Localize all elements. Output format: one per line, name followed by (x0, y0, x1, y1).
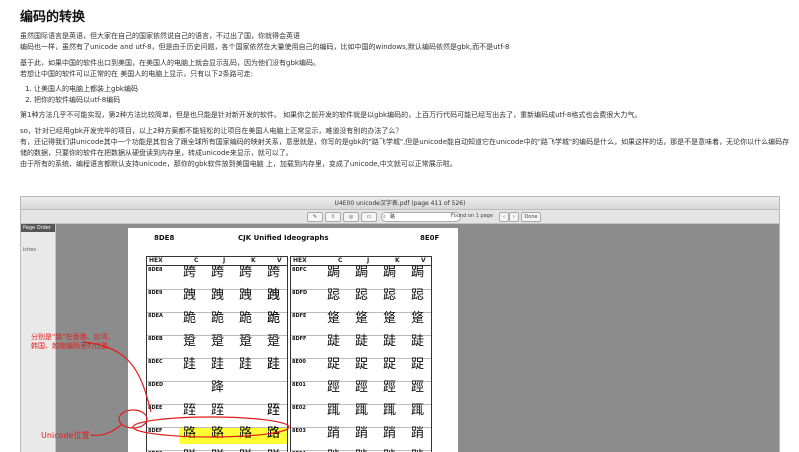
hex-circle (118, 409, 148, 429)
paragraph: 若想让中国的软件可以正常的在 美国人的电脑上显示，只有以下2条路可走: (20, 70, 254, 78)
list-item: 让美国人的电脑上都装上gbk编码 (34, 84, 790, 95)
paragraph: 虽然国际语言是英语，但大家在自己的国家依然说自己的语言，不过出了国，你就得会英语 (20, 32, 300, 40)
paragraph: 基于此，如果中国的软件出口到美国，在美国人的电脑上就会显示乱码，因为他们没有gb… (20, 59, 320, 67)
pdf-viewer-screenshot: U4E00 unicode汉字表.pdf (page 411 of 526) ✎… (20, 196, 780, 452)
paragraph: 由于所有的系统、编程语言都默认支持unicode，那你的gbk软件放到美国电脑 … (20, 160, 457, 168)
arrow-line (82, 341, 152, 413)
paragraph: 第1种方法几乎不可能实现，第2种方法比较简单，但是也只能是针对新开发的软件。 如… (20, 111, 642, 119)
solution-list: 让美国人的电脑上都装上gbk编码 把你的软件编码以utf-8编码 (34, 84, 790, 106)
blog-page: 编码的转换 虽然国际语言是英语，但大家在自己的国家依然说自己的语言，不过出了国，… (0, 0, 799, 452)
annotation-overlay (82, 341, 290, 438)
article-body: 编码的转换 虽然国际语言是英语，但大家在自己的国家依然说自己的语言，不过出了国，… (20, 6, 790, 170)
paragraph: 编码也一样，虽然有了unicode and utf-8，但是由于历史问题，各个国… (20, 43, 510, 51)
list-item: 把你的软件编码以utf-8编码 (34, 95, 790, 106)
paragraph: so，针对已经用gbk开发完毕的项目，以上2种方案都不能轻松的让项目在美国人电脑… (20, 127, 403, 135)
highlight-ellipse (132, 416, 290, 438)
unicode-arrow (90, 424, 122, 436)
paragraph: 有，还记得我们讲unicode其中一个功能是其包含了跟全球所有国家编码的映射关系… (20, 138, 790, 157)
section-title: 编码的转换 (20, 10, 86, 25)
